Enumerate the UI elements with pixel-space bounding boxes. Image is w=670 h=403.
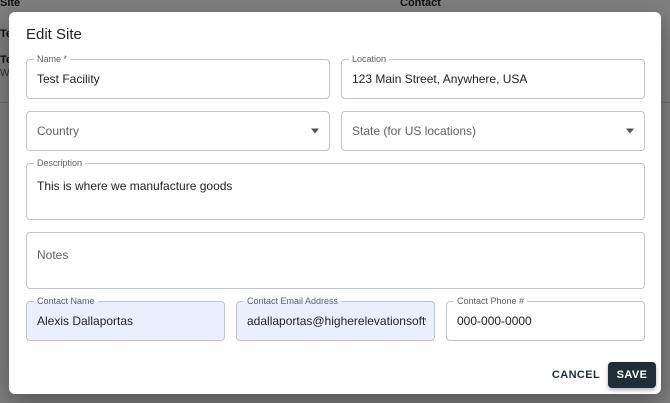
country-select-placeholder: Country bbox=[37, 124, 80, 138]
contact-name-field-value: Alexis Dallaportas bbox=[37, 314, 134, 328]
contact-phone-field-label: Contact Phone # bbox=[454, 295, 528, 307]
chevron-down-icon bbox=[626, 128, 634, 134]
state-select-placeholder: State (for US locations) bbox=[352, 124, 477, 138]
description-textarea[interactable]: Description This is where we manufacture… bbox=[26, 157, 645, 220]
state-select[interactable]: State (for US locations) bbox=[341, 111, 645, 151]
contact-phone-field-value: 000-000-0000 bbox=[457, 314, 532, 328]
description-textarea-label: Description bbox=[34, 157, 86, 169]
contact-email-field-value: adallaportas@higherelevationsoftw bbox=[247, 314, 426, 328]
contact-phone-field[interactable]: Contact Phone # 000-000-0000 bbox=[446, 295, 645, 341]
save-button[interactable]: SAVE bbox=[608, 362, 656, 388]
notes-textarea-placeholder: Notes bbox=[37, 248, 69, 262]
name-field-value: Test Facility bbox=[37, 72, 100, 86]
contact-name-field[interactable]: Contact Name Alexis Dallaportas bbox=[26, 295, 225, 341]
contact-email-field[interactable]: Contact Email Address adallaportas@highe… bbox=[236, 295, 435, 341]
name-field[interactable]: Name * Test Facility bbox=[26, 53, 330, 99]
location-field-value: 123 Main Street, Anywhere, USA bbox=[352, 72, 528, 86]
dialog-title: Edit Site bbox=[26, 26, 82, 43]
cancel-button[interactable]: CANCEL bbox=[547, 362, 605, 388]
description-textarea-value: This is where we manufacture goods bbox=[37, 179, 233, 193]
edit-site-dialog: Edit Site Name * Test Facility Location … bbox=[9, 12, 661, 394]
name-field-label: Name * bbox=[34, 53, 71, 65]
country-select[interactable]: Country bbox=[26, 111, 330, 151]
location-field-label: Location bbox=[349, 53, 390, 65]
chevron-down-icon bbox=[311, 128, 319, 134]
contact-email-field-label: Contact Email Address bbox=[244, 295, 342, 307]
contact-name-field-label: Contact Name bbox=[34, 295, 98, 307]
location-field[interactable]: Location 123 Main Street, Anywhere, USA bbox=[341, 53, 645, 99]
notes-textarea[interactable]: Notes bbox=[26, 232, 645, 289]
